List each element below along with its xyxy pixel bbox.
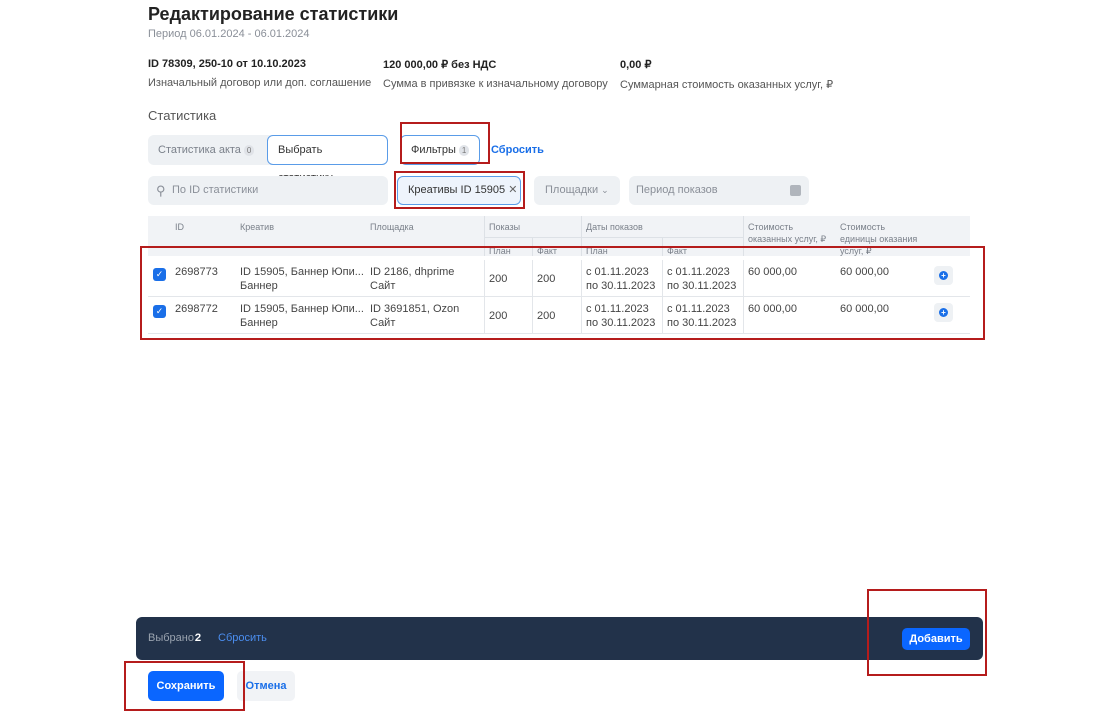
calendar-icon [790,185,801,196]
period: Период 06.01.2024 - 06.01.2024 [148,28,310,40]
selected-count: 2 [195,632,202,644]
tab-act-statistics[interactable]: Статистика акта 0 [148,135,264,165]
cell-shows-fact: 200 [537,273,556,285]
cell-dates-fact: с 01.11.2023 по 30.11.2023 [667,303,737,329]
page-title: Редактирование статистики [148,4,399,24]
info-contract: ID 78309, 250-10 от 10.10.2023 Изначальны… [148,58,372,89]
row-checkbox[interactable]: ✓ [153,268,166,281]
search-input[interactable]: ⚲ По ID статистики [148,176,388,205]
row-checkbox[interactable]: ✓ [153,305,166,318]
plus-circle-icon: + [939,308,948,317]
cell-unit-cost: 60 000,00 [840,266,889,278]
plus-circle-icon: + [939,271,948,280]
cell-shows-plan: 200 [489,310,508,322]
cancel-button[interactable]: Отмена [237,671,295,701]
cell-creative: ID 15905, Баннер Юпи... Баннер [240,303,364,329]
cell-platform: ID 3691851, Ozon Сайт [370,303,460,329]
cell-dates-fact: с 01.11.2023 по 30.11.2023 [667,266,737,292]
period-input[interactable]: Период показов [629,176,809,205]
cell-shows-fact: 200 [537,310,556,322]
tab-select-statistics[interactable]: Выбрать статистику [267,135,388,184]
tabs: Статистика акта0 Выбрать статистику [148,135,388,184]
reset-selection-link[interactable]: Сбросить [218,632,267,644]
search-icon: ⚲ [156,183,166,198]
selection-bar: Выбрано: 2 Сбросить Добавить [136,617,983,660]
cell-cost: 60 000,00 [748,303,797,315]
cell-id: 2698773 [175,266,218,278]
cell-dates-plan: с 01.11.2023 по 30.11.2023 [586,266,656,292]
cell-creative: ID 15905, Баннер Юпи... Баннер [240,266,364,292]
save-button[interactable]: Сохранить [148,671,224,701]
section-title: Статистика [148,108,217,123]
reset-filters-link[interactable]: Сбросить [491,144,544,156]
close-icon[interactable]: ✕ [508,184,517,196]
cell-cost: 60 000,00 [748,266,797,278]
filter-chip-creatives[interactable]: Креативы ID 15905 ✕ [397,176,521,205]
selected-label: Выбрано: [148,632,198,644]
row-action-button[interactable]: + [934,303,953,322]
info-sum: 120 000,00 ₽ без НДС Сумма в привязке к и… [383,59,608,90]
cell-platform: ID 2186, dhprime Сайт [370,266,455,292]
platforms-dropdown[interactable]: Площадки ⌄ [534,176,620,205]
add-button[interactable]: Добавить [902,628,970,650]
row-action-button[interactable]: + [934,266,953,285]
table-header: ID Креатив Площадка Показы Даты показов … [148,216,970,256]
table-row: ✓ 2698773 ID 15905, Баннер Юпи... Баннер … [148,260,970,297]
chevron-down-icon: ⌄ [601,185,609,195]
table-row: ✓ 2698772 ID 15905, Баннер Юпи... Баннер … [148,297,970,334]
cell-unit-cost: 60 000,00 [840,303,889,315]
cell-dates-plan: с 01.11.2023 по 30.11.2023 [586,303,656,329]
info-total: 0,00 ₽ Суммарная стоимость оказанных услу… [620,59,834,91]
cell-id: 2698772 [175,303,218,315]
cell-shows-plan: 200 [489,273,508,285]
filters-button[interactable]: Фильтры 1 [400,135,480,165]
